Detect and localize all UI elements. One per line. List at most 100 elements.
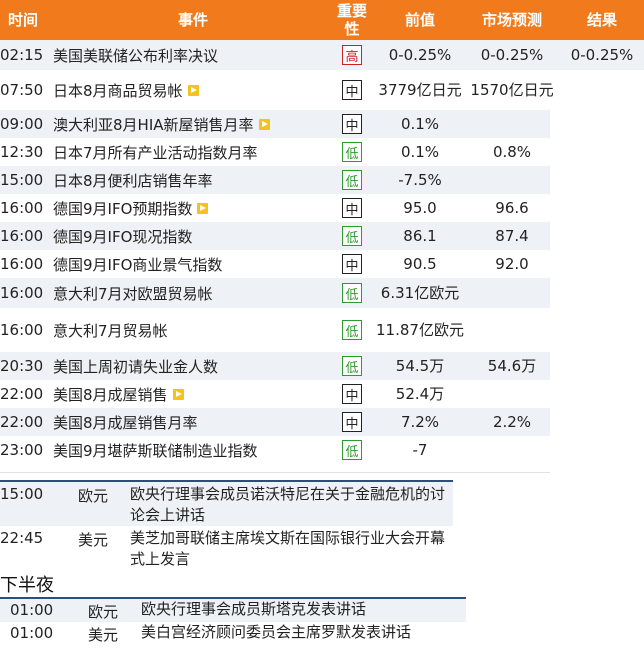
importance-badge: 中: [342, 384, 362, 404]
video-play-icon[interactable]: [197, 202, 209, 214]
event-name[interactable]: 美国美联储公布利率决议: [53, 45, 218, 66]
event-time: 16:00: [0, 227, 44, 245]
header-forecast: 市场预测: [481, 11, 542, 29]
event-name[interactable]: 日本7月所有产业活动指数月率: [53, 142, 258, 163]
event-name[interactable]: 日本8月便利店销售年率: [53, 170, 213, 191]
forecast-value: 0-0.25%: [480, 46, 544, 64]
header-importance: 重要性: [336, 2, 367, 38]
event-time: 23:00: [0, 441, 44, 459]
event-name[interactable]: 澳大利亚8月HIA新屋销售月率: [53, 114, 254, 135]
previous-value: 0.1%: [400, 143, 440, 161]
table-row: 16:00 德国9月IFO现况指数 低 86.1 87.4: [0, 222, 550, 250]
table-row: 16:00 意大利7月贸易帐 低 11.87亿欧元: [0, 308, 550, 352]
event-name[interactable]: 德国9月IFO现况指数: [53, 226, 192, 247]
event-cell[interactable]: 德国9月IFO商业景气指数: [53, 250, 333, 278]
importance-badge: 低: [342, 170, 362, 190]
event-cell[interactable]: 德国9月IFO预期指数: [53, 194, 333, 222]
table-header: 时间 事件 重要性 前值 市场预测 结果: [0, 0, 644, 40]
event-name[interactable]: 德国9月IFO商业景气指数: [53, 254, 222, 275]
actual-value: [560, 194, 644, 222]
forecast-value: [466, 110, 558, 138]
importance-badge: 低: [342, 283, 362, 303]
importance-cell: 中: [341, 194, 363, 222]
importance-cell: 低: [341, 138, 363, 166]
video-play-icon[interactable]: [187, 84, 199, 96]
event-name[interactable]: 美国8月成屋销售: [53, 384, 168, 405]
event-cell[interactable]: 美国8月成屋销售月率: [53, 408, 333, 436]
table-row: 20:30 美国上周初请失业金人数 低 54.5万 54.6万: [0, 352, 550, 380]
event-time: 20:30: [0, 357, 44, 375]
importance-badge: 中: [342, 80, 362, 100]
event-name[interactable]: 美国9月堪萨斯联储制造业指数: [53, 440, 258, 461]
table-row: 16:00 意大利7月对欧盟贸易帐 低 6.31亿欧元: [0, 278, 550, 308]
event-cell[interactable]: 美国美联储公布利率决议: [53, 40, 333, 70]
second-half-time: 01:00: [10, 624, 54, 642]
event-cell[interactable]: 德国9月IFO现况指数: [53, 222, 333, 250]
event-time: 22:00: [0, 413, 44, 431]
table-row: 22:00 美国8月成屋销售 中 52.4万: [0, 380, 550, 408]
event-name[interactable]: 意大利7月对欧盟贸易帐: [53, 283, 213, 304]
event-cell[interactable]: 美国上周初请失业金人数: [53, 352, 333, 380]
header-event: 事件: [177, 11, 208, 29]
second-half-currency: 美元: [88, 626, 119, 644]
second-half-time: 01:00: [10, 601, 54, 619]
previous-value: 11.87亿欧元: [376, 321, 464, 339]
video-play-icon[interactable]: [172, 388, 184, 400]
speech-event: 欧央行理事会成员诺沃特尼在关于金融危机的讨论会上讲话: [130, 485, 446, 524]
importance-cell: 中: [341, 250, 363, 278]
importance-badge: 低: [342, 356, 362, 376]
actual-value: [560, 110, 644, 138]
event-time: 15:00: [0, 171, 44, 189]
forecast-value: 1570亿日元: [470, 81, 554, 99]
importance-badge: 低: [342, 226, 362, 246]
importance-cell: 低: [341, 166, 363, 194]
actual-value: [560, 166, 644, 194]
table-row: 09:00 澳大利亚8月HIA新屋销售月率 中 0.1%: [0, 110, 550, 138]
event-cell[interactable]: 日本8月商品贸易帐: [53, 70, 333, 110]
previous-value: 6.31亿欧元: [380, 284, 460, 302]
importance-cell: 中: [341, 408, 363, 436]
speech-event: 美芝加哥联储主席埃文斯在国际银行业大会开幕式上发言: [130, 529, 446, 568]
second-half-row: 01:00 美元 美白宫经济顾问委员会主席罗默发表讲话: [0, 622, 466, 645]
event-cell[interactable]: 日本7月所有产业活动指数月率: [53, 138, 333, 166]
event-time: 16:00: [0, 321, 44, 339]
table-row: 23:00 美国9月堪萨斯联储制造业指数 低 -7: [0, 436, 550, 464]
event-cell[interactable]: 澳大利亚8月HIA新屋销售月率: [53, 110, 333, 138]
forecast-value: 92.0: [495, 255, 529, 273]
importance-cell: 中: [341, 110, 363, 138]
event-name[interactable]: 美国上周初请失业金人数: [53, 356, 218, 377]
event-name[interactable]: 意大利7月贸易帐: [53, 320, 168, 341]
second-half-event: 美白宫经济顾问委员会主席罗默发表讲话: [141, 623, 412, 641]
importance-badge: 低: [342, 320, 362, 340]
event-time: 12:30: [0, 143, 44, 161]
event-cell[interactable]: 意大利7月贸易帐: [53, 308, 333, 352]
event-cell[interactable]: 美国9月堪萨斯联储制造业指数: [53, 436, 333, 464]
forecast-value: [466, 436, 558, 464]
table-bottom-divider: [0, 472, 550, 473]
event-cell[interactable]: 日本8月便利店销售年率: [53, 166, 333, 194]
event-name[interactable]: 德国9月IFO预期指数: [53, 198, 192, 219]
speech-row: 15:00 欧元 欧央行理事会成员诺沃特尼在关于金融危机的讨论会上讲话: [0, 482, 453, 526]
importance-cell: 低: [341, 352, 363, 380]
event-cell[interactable]: 意大利7月对欧盟贸易帐: [53, 278, 333, 308]
speech-row: 22:45 美元 美芝加哥联储主席埃文斯在国际银行业大会开幕式上发言: [0, 526, 453, 570]
event-name[interactable]: 美国8月成屋销售月率: [53, 412, 198, 433]
table-row: 16:00 德国9月IFO预期指数 中 95.0 96.6: [0, 194, 550, 222]
forecast-value: 96.6: [495, 199, 529, 217]
event-time: 16:00: [0, 199, 44, 217]
video-play-icon[interactable]: [258, 118, 270, 130]
actual-value: [560, 250, 644, 278]
actual-value: [560, 380, 644, 408]
actual-value: [560, 278, 644, 308]
forecast-value: 54.6万: [487, 357, 537, 375]
event-cell[interactable]: 美国8月成屋销售: [53, 380, 333, 408]
previous-value: 0.1%: [400, 115, 440, 133]
event-time: 16:00: [0, 255, 44, 273]
speech-time: 22:45: [0, 529, 44, 547]
previous-value: 54.5万: [395, 357, 445, 375]
forecast-value: 2.2%: [492, 413, 532, 431]
importance-cell: 低: [341, 436, 363, 464]
forecast-value: [466, 308, 558, 352]
actual-value: 0-0.25%: [570, 46, 634, 64]
event-name[interactable]: 日本8月商品贸易帐: [53, 80, 183, 101]
